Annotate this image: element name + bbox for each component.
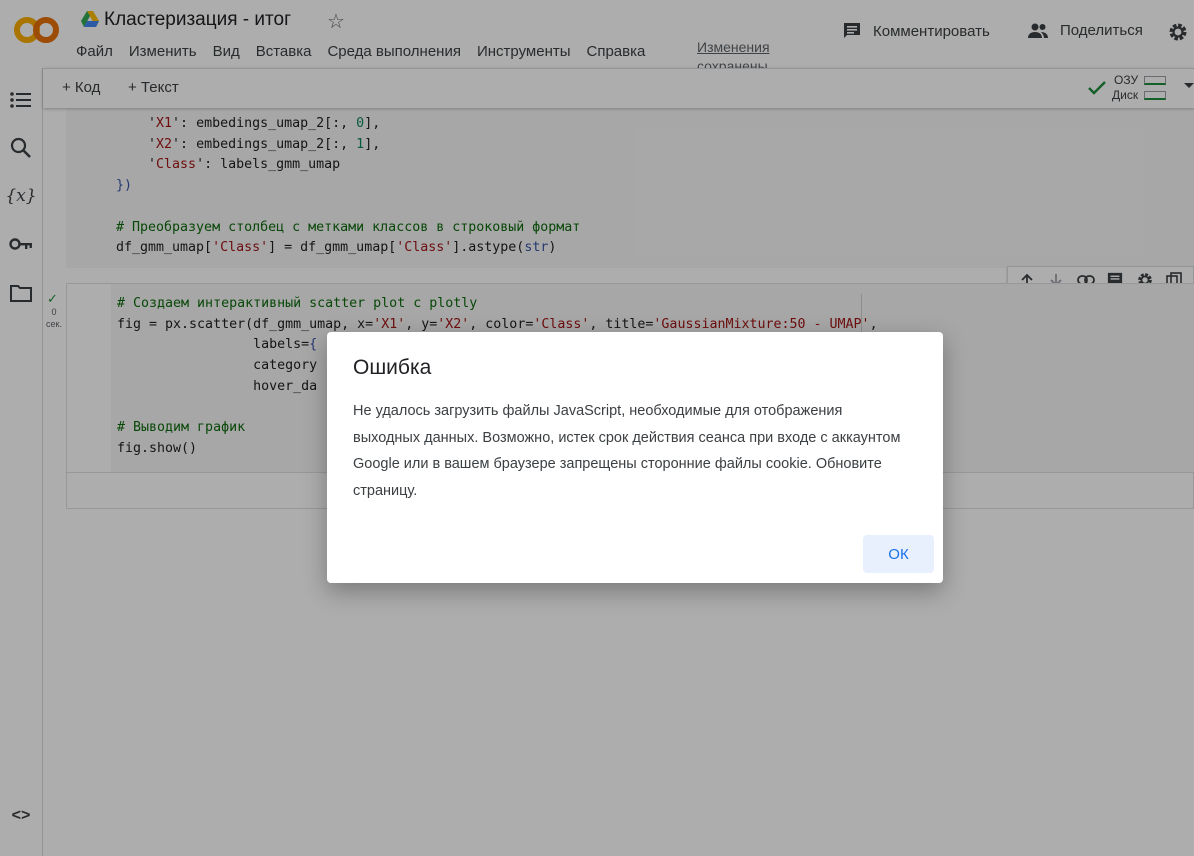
dialog-title: Ошибка — [353, 356, 432, 379]
error-dialog: Ошибка Не удалось загрузить файлы JavaSc… — [327, 332, 943, 583]
ok-button[interactable]: ОК — [863, 535, 934, 573]
dialog-message: Не удалось загрузить файлы JavaScript, н… — [353, 403, 901, 500]
